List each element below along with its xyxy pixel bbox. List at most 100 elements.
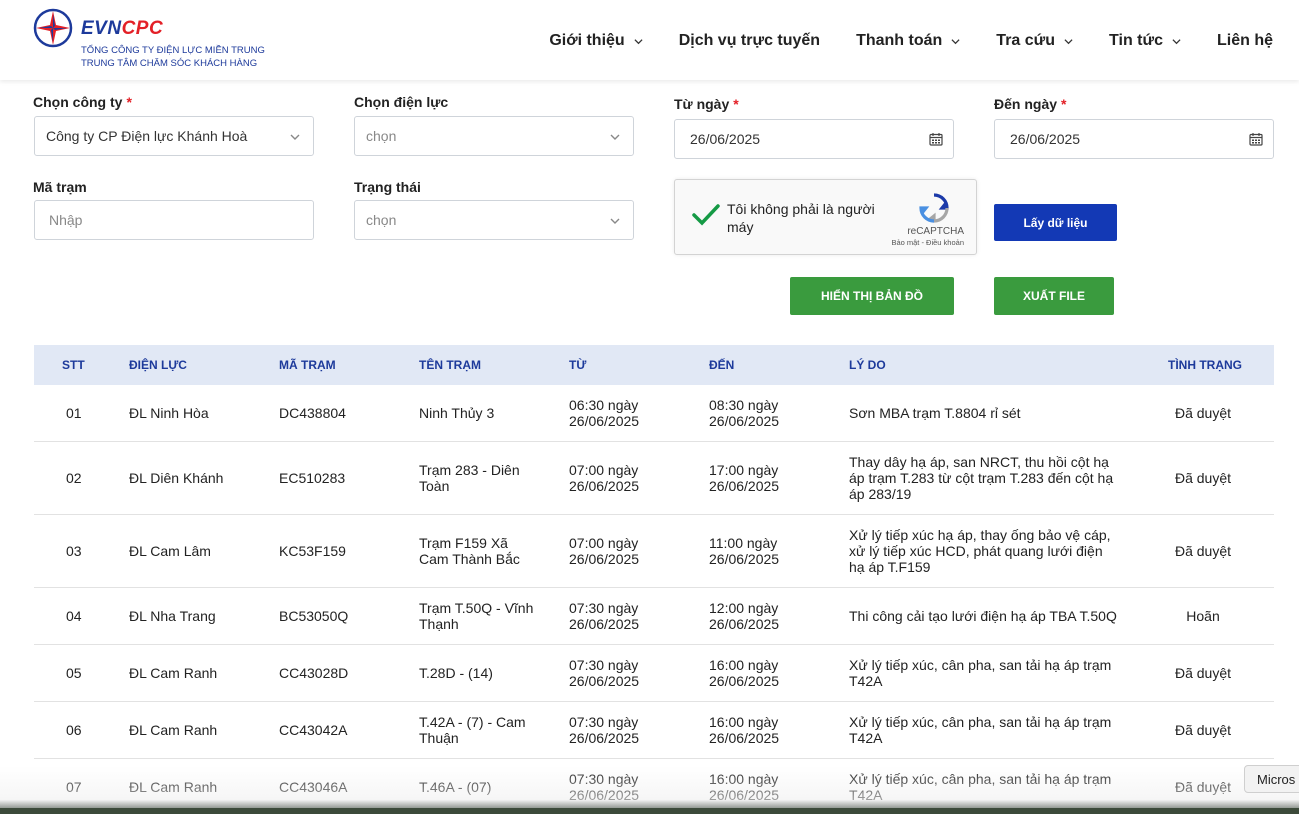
cell-unit: ĐL Nha Trang xyxy=(129,608,216,624)
station-code-label: Mã trạm xyxy=(33,179,87,195)
cell-to: 08:30 ngày 26/06/2025 xyxy=(709,397,780,429)
cell-stt: 01 xyxy=(66,405,82,421)
cell-stt: 03 xyxy=(66,543,82,559)
nav-item-thanh-toan[interactable]: Thanh toán xyxy=(856,32,960,50)
cell-to: 12:00 ngày 26/06/2025 xyxy=(709,600,780,632)
cell-code: DC438804 xyxy=(279,405,346,421)
cell-reason: Xử lý tiếp xúc, cân pha, san tải hạ áp t… xyxy=(849,714,1112,746)
chevron-down-icon xyxy=(951,38,960,44)
to-date-value: 26/06/2025 xyxy=(1010,131,1081,147)
company-select[interactable]: Công ty CP Điện lực Khánh Hoà xyxy=(34,116,314,156)
cell-from: 07:00 ngày 26/06/2025 xyxy=(569,535,640,567)
nav-item-gioi-thieu[interactable]: Giới thiệu xyxy=(549,32,643,50)
cell-name: T.28D - (14) xyxy=(419,665,493,681)
show-map-button[interactable]: HIỂN THỊ BẢN ĐỒ xyxy=(790,277,954,315)
chevron-down-icon xyxy=(634,38,643,44)
cell-status: Đã duyệt xyxy=(1174,405,1232,421)
cell-from: 07:30 ngày 26/06/2025 xyxy=(569,714,640,746)
table-row: 06 ĐL Cam Ranh CC43042A T.42A - (7) - Cam T… xyxy=(34,702,1274,759)
checkmark-icon[interactable] xyxy=(691,202,721,228)
cell-reason: Xử lý tiếp xúc hạ áp, thay ống bảo vệ cá… xyxy=(849,527,1111,575)
status-select[interactable]: chọn xyxy=(354,200,634,240)
nav-item-lien-he[interactable]: Liên hệ xyxy=(1217,32,1273,50)
recaptcha-logo-icon xyxy=(919,193,949,223)
cell-from: 07:00 ngày 26/06/2025 xyxy=(569,462,640,494)
header-stt: STT xyxy=(62,358,85,372)
cell-to: 16:00 ngày 26/06/2025 xyxy=(709,771,780,803)
table-row: 04 ĐL Nha Trang BC53050Q Trạm T.50Q - Vĩnh … xyxy=(34,588,1274,645)
outage-schedule-table: STT ĐIỆN LỰC MÃ TRẠM TÊN TRẠM TỪ ĐẾN LÝ … xyxy=(34,345,1274,814)
unit-select-placeholder: chọn xyxy=(366,128,397,144)
header-code: MÃ TRẠM xyxy=(279,358,336,372)
table-row: 02 ĐL Diên Khánh EC510283 Trạm 283 - Diên T… xyxy=(34,442,1274,515)
from-date-field[interactable]: 26/06/2025 xyxy=(674,119,954,159)
cell-status: Đã duyệt xyxy=(1174,543,1232,559)
status-label: Trạng thái xyxy=(354,179,421,195)
cell-status: Đã duyệt xyxy=(1174,665,1232,681)
nav-label: Thanh toán xyxy=(856,32,943,49)
header-to: ĐẾN xyxy=(709,358,735,372)
cell-reason: Sơn MBA trạm T.8804 rỉ sét xyxy=(849,405,1021,421)
header-unit: ĐIỆN LỰC xyxy=(129,358,187,372)
from-date-value: 26/06/2025 xyxy=(690,131,761,147)
table-row: 03 ĐL Cam Lâm KC53F159 Trạm F159 Xã Cam Thà… xyxy=(34,515,1274,588)
nav-label: Giới thiệu xyxy=(549,32,625,49)
cell-name: Trạm T.50Q - Vĩnh Thạnh xyxy=(419,600,534,632)
brand-line-2: TRUNG TÂM CHĂM SÓC KHÁCH HÀNG xyxy=(81,58,258,69)
recaptcha-terms-link[interactable]: Bảo mật - Điều khoản xyxy=(891,238,964,247)
cell-stt: 05 xyxy=(66,665,82,681)
cell-unit: ĐL Cam Ranh xyxy=(129,722,218,738)
cell-code: CC43028D xyxy=(279,665,349,681)
station-code-field[interactable] xyxy=(34,200,314,240)
recaptcha-text: Tôi không phải là người máy xyxy=(727,201,875,235)
chevron-down-icon xyxy=(1172,38,1181,44)
chevron-down-icon xyxy=(610,134,620,140)
cell-status: Đã duyệt xyxy=(1174,470,1232,486)
table-row: 07 ĐL Cam Ranh CC43046A T.46A - (07) 07:30 n… xyxy=(34,759,1274,814)
cell-to: 16:00 ngày 26/06/2025 xyxy=(709,657,780,689)
brand-cpc: CPC xyxy=(121,18,164,39)
get-data-button[interactable]: Lấy dữ liệu xyxy=(994,204,1117,241)
cell-unit: ĐL Cam Ranh xyxy=(129,779,218,795)
nav-item-tin-tuc[interactable]: Tin tức xyxy=(1109,32,1181,50)
cell-from: 07:30 ngày 26/06/2025 xyxy=(569,771,640,803)
nav-item-tra-cuu[interactable]: Tra cứu xyxy=(996,32,1073,50)
cell-reason: Thay dây hạ áp, san NRCT, thu hồi cột hạ… xyxy=(849,454,1114,502)
cell-code: EC510283 xyxy=(279,470,346,486)
cell-stt: 06 xyxy=(66,722,82,738)
micros-badge[interactable]: Micros xyxy=(1244,765,1299,793)
station-code-input[interactable] xyxy=(49,212,287,228)
nav-label: Dịch vụ trực tuyến xyxy=(678,32,821,49)
table-row: 01 ĐL Ninh Hòa DC438804 Ninh Thủy 3 06:30 ng… xyxy=(34,385,1274,442)
calendar-icon[interactable] xyxy=(929,132,943,146)
cell-from: 07:30 ngày 26/06/2025 xyxy=(569,657,640,689)
cell-from: 07:30 ngày 26/06/2025 xyxy=(569,600,640,632)
cell-status: Đã duyệt xyxy=(1174,722,1232,738)
cell-code: CC43046A xyxy=(279,779,348,795)
nav-label: Tra cứu xyxy=(996,32,1056,49)
cell-from: 06:30 ngày 26/06/2025 xyxy=(569,397,640,429)
evn-star-logo-icon xyxy=(33,8,73,48)
cell-name: Trạm F159 Xã Cam Thành Bắc xyxy=(419,535,520,567)
cell-stt: 02 xyxy=(66,470,82,486)
recaptcha-widget[interactable]: Tôi không phải là người máy reCAPTCHA Bả… xyxy=(674,179,977,255)
nav-label: Liên hệ xyxy=(1216,32,1273,49)
cell-name: T.46A - (07) xyxy=(419,779,492,795)
export-file-button[interactable]: XUẤT FILE xyxy=(994,277,1114,315)
cell-reason: Xử lý tiếp xúc, cân pha, san tải hạ áp t… xyxy=(849,657,1112,689)
cell-reason: Thi công cải tạo lưới điện hạ áp TBA T.5… xyxy=(849,608,1117,624)
table-header: STT ĐIỆN LỰC MÃ TRẠM TÊN TRẠM TỪ ĐẾN LÝ … xyxy=(34,345,1274,385)
nav-item-dich-vu[interactable]: Dịch vụ trực tuyến xyxy=(679,32,820,50)
unit-select[interactable]: chọn xyxy=(354,116,634,156)
header-reason: LÝ DO xyxy=(849,358,886,372)
calendar-icon[interactable] xyxy=(1249,132,1263,146)
evncpc-logo[interactable]: EVNCPC TỔNG CÔNG TY ĐIỆN LỰC MIỀN TRUNG … xyxy=(33,8,273,72)
cell-name: Ninh Thủy 3 xyxy=(419,405,495,421)
chevron-down-icon xyxy=(290,134,300,140)
from-date-label: Từ ngày * xyxy=(674,96,739,112)
cell-reason: Xử lý tiếp xúc, cân pha, san tải hạ áp t… xyxy=(849,771,1112,803)
table-row: 05 ĐL Cam Ranh CC43028D T.28D - (14) 07:30 n… xyxy=(34,645,1274,702)
chevron-down-icon xyxy=(610,218,620,224)
cell-status: Hoãn xyxy=(1186,608,1220,624)
to-date-field[interactable]: 26/06/2025 xyxy=(994,119,1274,159)
